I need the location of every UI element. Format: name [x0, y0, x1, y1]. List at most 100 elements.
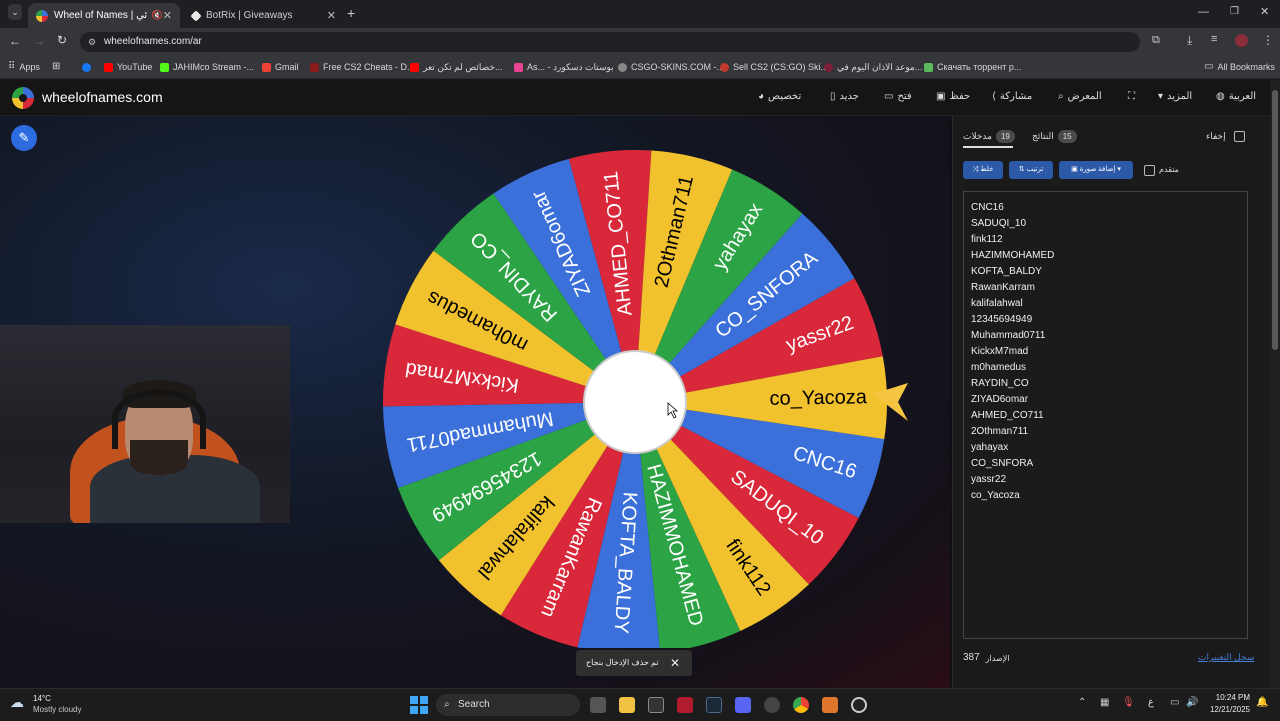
- bookmark-prayer-times[interactable]: موعد الاذان اليوم في...: [824, 56, 922, 78]
- tab-botrix[interactable]: BotRix | Giveaways ✕: [184, 3, 344, 28]
- extensions-icon[interactable]: ⧉: [1152, 34, 1160, 47]
- chevron-down-icon: ▾: [1158, 91, 1164, 102]
- wheel-segment-label: co_Yacoza: [769, 386, 868, 410]
- minimize-button[interactable]: —: [1198, 6, 1209, 18]
- wheel[interactable]: CNC16SADUQI_10fink112HAZIMMOHAMEDKOFTA_B…: [380, 143, 920, 648]
- page-scrollbar[interactable]: [1270, 80, 1280, 688]
- all-bookmarks[interactable]: ▭ All Bookmarks: [1204, 56, 1275, 78]
- sort-button[interactable]: ⇅ ترتيب: [1009, 161, 1053, 179]
- download-icon[interactable]: ⤓: [1187, 33, 1192, 48]
- nav-new[interactable]: ▯ جديد: [830, 79, 859, 115]
- nav-customize[interactable]: ◕ تخصيص: [758, 79, 801, 115]
- advanced-toggle[interactable]: متقدم: [1144, 161, 1179, 179]
- bookmark-cs2-cheats[interactable]: Free CS2 Cheats - D...: [310, 56, 415, 78]
- hide-checkbox[interactable]: [1233, 130, 1245, 142]
- back-icon[interactable]: ←: [9, 34, 21, 48]
- share-icon: ⟨: [992, 91, 996, 102]
- advanced-checkbox[interactable]: [1144, 164, 1155, 176]
- media-controls-icon[interactable]: ≡: [1211, 33, 1217, 45]
- nav-open[interactable]: ▭ فتح: [884, 79, 912, 115]
- sort-icon: ⇅: [1018, 166, 1025, 173]
- profile-avatar[interactable]: [1235, 34, 1248, 47]
- clock-date[interactable]: 12/21/2025: [1206, 705, 1250, 714]
- discord-icon[interactable]: [735, 697, 751, 713]
- close-tab-icon[interactable]: ✕: [163, 9, 172, 22]
- nav-save[interactable]: ▣ حفظ: [936, 79, 970, 115]
- weather-temp[interactable]: 14°C: [33, 694, 51, 703]
- language-indicator[interactable]: ع: [1148, 697, 1154, 708]
- wheel-center-hub[interactable]: [583, 350, 687, 454]
- tab-entries[interactable]: مدخلات 19: [963, 126, 1015, 146]
- entry-line: KickxM7mad: [971, 346, 1029, 357]
- task-view-icon[interactable]: [590, 697, 606, 713]
- bookmark-gmail[interactable]: Gmail: [262, 56, 299, 78]
- bookmark-discord-posts[interactable]: As... - بوستات دسكورد: [514, 56, 614, 78]
- tab-results[interactable]: النتائج 15: [1032, 126, 1077, 146]
- app-orange-icon[interactable]: [822, 697, 838, 713]
- facebook-icon: [82, 62, 91, 72]
- restore-button[interactable]: ❐: [1230, 6, 1239, 17]
- nav-language[interactable]: ◍ العربية: [1216, 79, 1256, 115]
- tab-search-icon[interactable]: ⌄: [8, 4, 22, 20]
- site-logo-icon[interactable]: [12, 87, 34, 109]
- tab-groups-icon[interactable]: ⊞: [52, 56, 60, 78]
- bookmark-youtube[interactable]: YouTube: [104, 56, 152, 78]
- windows-start-icon[interactable]: [410, 696, 428, 714]
- entries-textarea[interactable]: CNC16 SADUQI_10 fink112 HAZIMMOHAMED KOF…: [963, 191, 1248, 639]
- shuffle-button[interactable]: ⤨ خلط: [963, 161, 1003, 179]
- new-tab-button[interactable]: +: [347, 5, 355, 21]
- taskbar-search[interactable]: ⌕ Search: [436, 694, 580, 716]
- bookmark-csgo-skins[interactable]: CSGO-SKINS.COM -...: [618, 56, 724, 78]
- nav-share[interactable]: ⟨ مشاركة: [992, 79, 1032, 115]
- menu-kebab-icon[interactable]: ⋮: [1262, 33, 1274, 47]
- weather-cloud-icon: ☁: [10, 694, 24, 710]
- nav-more[interactable]: ▾ المزيد: [1158, 79, 1192, 115]
- changelog-link[interactable]: سجل التغييرات: [1198, 652, 1254, 663]
- entry-line: 12345694949: [971, 314, 1033, 325]
- scrollbar-thumb[interactable]: [1272, 90, 1278, 350]
- clock-time[interactable]: 10:24 PM: [1210, 693, 1250, 702]
- nav-gallery[interactable]: ⌕ المعرض: [1058, 79, 1102, 115]
- tray-chevron-icon[interactable]: ⌃: [1078, 697, 1086, 708]
- bookmark-apps[interactable]: ⠿ Apps: [8, 56, 40, 78]
- app-red-icon[interactable]: [677, 697, 693, 713]
- obs-icon[interactable]: [851, 697, 867, 713]
- heart-icon: [514, 62, 523, 72]
- file-explorer-icon[interactable]: [619, 697, 635, 713]
- site-info-icon[interactable]: ⚙: [88, 32, 96, 52]
- tray-app-icon[interactable]: ▦: [1100, 697, 1109, 708]
- forward-icon[interactable]: →: [33, 34, 45, 48]
- app-icon[interactable]: [764, 697, 780, 713]
- youtube-icon: [104, 62, 113, 72]
- chrome-icon[interactable]: [793, 697, 809, 713]
- steam-icon[interactable]: [706, 697, 722, 713]
- address-bar[interactable]: ⚙ wheelofnames.com/ar: [80, 32, 1140, 52]
- bookmark-arabic-youtube[interactable]: خصائص لم تكن تعر...: [410, 56, 503, 78]
- bookmark-torrent[interactable]: Скачать торрент р...: [924, 56, 1021, 78]
- nav-fullscreen[interactable]: ⛶: [1128, 79, 1135, 115]
- apps-grid-icon: ⠿: [8, 61, 16, 72]
- edit-pencil-button[interactable]: ✎: [11, 125, 37, 151]
- entry-line: CO_SNFORA: [971, 458, 1034, 469]
- network-icon[interactable]: ▭: [1170, 697, 1179, 708]
- volume-icon[interactable]: 🔊: [1186, 697, 1198, 708]
- hide-toggle[interactable]: إخفاء: [1206, 126, 1245, 146]
- tab-wheel-of-names[interactable]: Wheel of Names | العشوائي 🔇 ✕: [28, 3, 180, 28]
- muted-icon[interactable]: 🔇: [152, 10, 163, 21]
- add-image-button[interactable]: ▣ إضافة صورة ▾: [1059, 161, 1133, 179]
- active-tab-underline: [963, 146, 1013, 148]
- microphone-icon[interactable]: 🎙: [1122, 697, 1135, 708]
- bookmark-kick[interactable]: JAHIMco Stream -...: [160, 56, 254, 78]
- site-favicon-icon: [924, 62, 933, 72]
- toast-close-button[interactable]: ✕: [670, 650, 680, 676]
- weather-desc[interactable]: Mostly cloudy: [33, 705, 81, 714]
- site-logo-text[interactable]: wheelofnames.com: [42, 79, 163, 115]
- app-icon[interactable]: [648, 697, 664, 713]
- notifications-icon[interactable]: 🔔: [1256, 697, 1268, 708]
- close-window-button[interactable]: ✕: [1260, 5, 1269, 18]
- bookmark-facebook[interactable]: [82, 56, 91, 78]
- reload-icon[interactable]: ↻: [57, 33, 67, 47]
- folder-icon: ▭: [1204, 61, 1214, 72]
- bookmark-sell-cs2[interactable]: Sell CS2 (CS:GO) Ski...: [720, 56, 828, 78]
- close-tab-icon[interactable]: ✕: [327, 9, 336, 22]
